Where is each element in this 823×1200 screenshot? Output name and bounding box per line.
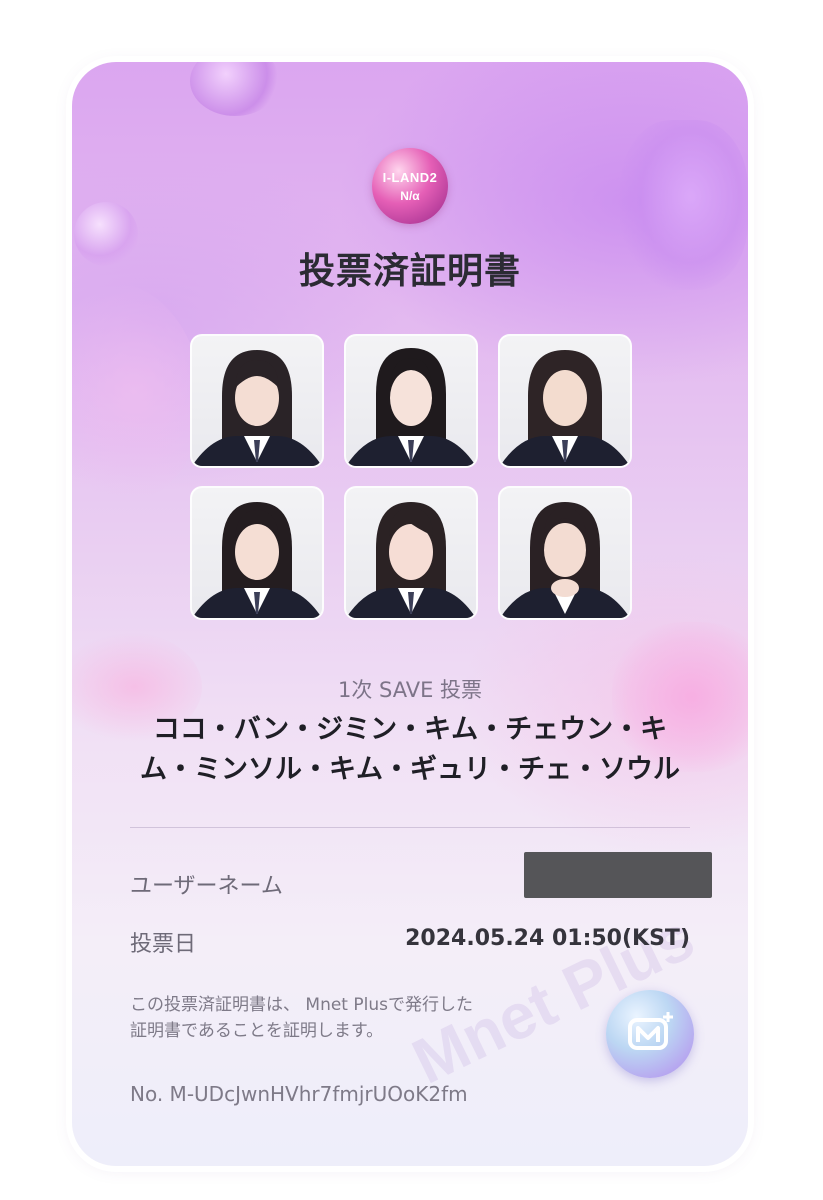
username-label: ユーザーネーム (130, 874, 283, 899)
vote-date-value: 2024.05.24 01:50(KST) (405, 926, 690, 951)
vote-round-label: 1次 SAVE 投票 (337, 678, 483, 702)
contestant-photo (190, 334, 324, 468)
mnet-plus-icon (606, 990, 694, 1078)
contestant-photo (344, 334, 478, 468)
notice-line-2: 証明書であることを証明します。 (130, 1021, 384, 1041)
vote-certificate-card: Mnet Plus I-LAND2 N/α 投票済証明書 1次 SAVE 投票 … (72, 62, 748, 1166)
members-line-2: ム・ミンソル・キム・ギュリ・チェ・ソウル (140, 754, 680, 785)
contestant-photo (498, 334, 632, 468)
decorative-orb (190, 62, 280, 116)
logo-main-text: I-LAND2 (382, 170, 438, 185)
contestant-photo (498, 486, 632, 620)
vote-date-label: 投票日 (130, 932, 197, 957)
certificate-serial-number: No. M-UDcJwnHVhr7fmjrUOoK2fm (130, 1082, 468, 1106)
contestant-photo (190, 486, 324, 620)
members-line-1: ココ・バン・ジミン・キム・チェウン・キ (152, 714, 668, 745)
notice-line-1: この投票済証明書は、 Mnet Plusで発行した (130, 995, 473, 1015)
certificate-notice: この投票済証明書は、 Mnet Plusで発行した 証明書であることを証明します… (130, 992, 590, 1044)
decorative-wave (72, 282, 202, 502)
logo-sub-text: N/α (400, 189, 420, 203)
contestant-photo (344, 486, 478, 620)
voted-members: ココ・バン・ジミン・キム・チェウン・キ ム・ミンソル・キム・ギュリ・チェ・ソウル (132, 710, 688, 790)
certificate-title: 投票済証明書 (298, 251, 521, 292)
divider (130, 827, 690, 828)
iland2-logo: I-LAND2 N/α (372, 148, 448, 224)
photo-grid (190, 334, 636, 620)
username-redacted (524, 852, 712, 898)
